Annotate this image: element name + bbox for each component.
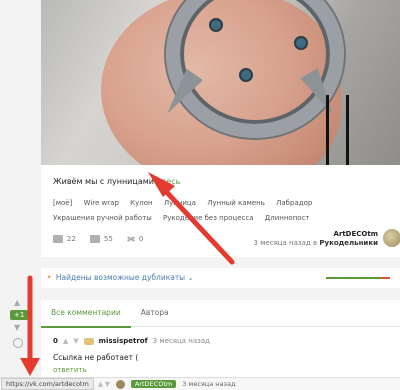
tag-list: [моё] Wire wrap Кулон Лунница Лунный кам…: [53, 196, 398, 226]
post-author: ArtDECOtm 3 месяца назад в Рукодельники: [253, 230, 378, 247]
tab-all-comments[interactable]: Все комментарии: [41, 300, 131, 328]
annotation-arrow-head: [20, 358, 40, 376]
status-time: 3 месяца назад: [182, 380, 236, 388]
vote-arrows-icon[interactable]: ▲ ▼: [98, 380, 110, 388]
dot-icon: •: [47, 273, 52, 282]
saves-stat[interactable]: 55: [89, 235, 113, 243]
avatar: [115, 379, 125, 389]
comment-time: 3 месяца назад: [152, 337, 210, 345]
author-badge[interactable]: ArtDECOtm: [130, 380, 177, 388]
community-link[interactable]: Рукодельники: [319, 239, 378, 247]
comment-icon: [53, 235, 63, 243]
post-link[interactable]: здесь: [157, 177, 181, 186]
post-meta: 3 месяца назад в Рукодельники: [253, 239, 378, 247]
post-time: 3 месяца назад: [253, 239, 311, 247]
saves-count: 55: [103, 235, 113, 243]
tag[interactable]: Лабрадор: [276, 196, 312, 211]
comment-tabs: Все комментарии Автора: [41, 300, 400, 328]
tag[interactable]: Рукоделие без процесса: [163, 211, 254, 226]
tag[interactable]: Wire wrap: [84, 196, 119, 211]
post-stats: 22 55 0: [53, 235, 151, 243]
comments-section: Все комментарии Автора 0 ▲ ▼ missispetro…: [41, 300, 400, 389]
rating-badge: +1: [10, 310, 29, 320]
tab-author[interactable]: Автора: [131, 300, 179, 326]
comment-body: Ссылка не работает (: [53, 353, 139, 362]
tag[interactable]: Украшения ручной работы: [53, 211, 152, 226]
comment-item: 0 ▲ ▼ missispetrof 3 месяца назад Ссылка…: [53, 337, 210, 374]
tag[interactable]: Лунный камень: [207, 196, 265, 211]
avatar[interactable]: [383, 229, 400, 247]
tag[interactable]: Длиннопост: [265, 211, 310, 226]
cord: [326, 95, 329, 165]
gem: [211, 20, 221, 30]
share-icon: [127, 235, 135, 243]
post-text: Живём мы с лунницами здесь: [53, 177, 180, 186]
chevron-down-icon: ⌄: [187, 273, 194, 282]
comments-count: 22: [67, 235, 76, 243]
rating-bar: [326, 277, 390, 279]
status-url: https://vk.com/artdecotm: [1, 378, 94, 390]
reply-link[interactable]: ответить: [53, 366, 210, 374]
duplicates-bar[interactable]: • Найдены возможные дубликаты ⌄: [41, 268, 400, 288]
duplicates-text: Найдены возможные дубликаты: [55, 273, 186, 282]
tag[interactable]: [моё]: [53, 196, 72, 211]
post-card: Живём мы с лунницами здесь [моё] Wire wr…: [41, 165, 400, 257]
bookmark-icon: [89, 235, 100, 243]
author-name[interactable]: ArtDECOtm: [253, 230, 378, 238]
comment-score: 0: [53, 337, 58, 345]
status-bar: https://vk.com/artdecotm ▲ ▼ ArtDECOtm 3…: [0, 377, 400, 390]
gem: [296, 38, 306, 48]
duplicates-label[interactable]: • Найдены возможные дубликаты ⌄: [47, 273, 194, 282]
refresh-icon[interactable]: [13, 338, 23, 348]
tag[interactable]: Кулон: [130, 196, 152, 211]
comment-downvote-icon[interactable]: ▼: [73, 337, 78, 345]
comment-upvote-icon[interactable]: ▲: [63, 337, 68, 345]
tag[interactable]: Лунница: [164, 196, 196, 211]
downvote-icon[interactable]: ▼: [14, 323, 20, 332]
cord: [346, 95, 349, 165]
upvote-icon[interactable]: ▲: [14, 298, 20, 307]
shares-stat[interactable]: 0: [127, 235, 143, 243]
gem: [241, 70, 251, 80]
user-avatar-icon: [83, 337, 94, 345]
comment-user[interactable]: missispetrof: [99, 337, 148, 345]
shares-count: 0: [138, 235, 144, 243]
post-image[interactable]: [41, 0, 400, 165]
comments-stat[interactable]: 22: [53, 235, 76, 243]
post-text-main: Живём мы с лунницами: [53, 177, 154, 186]
post-meta-in: в: [313, 239, 318, 247]
